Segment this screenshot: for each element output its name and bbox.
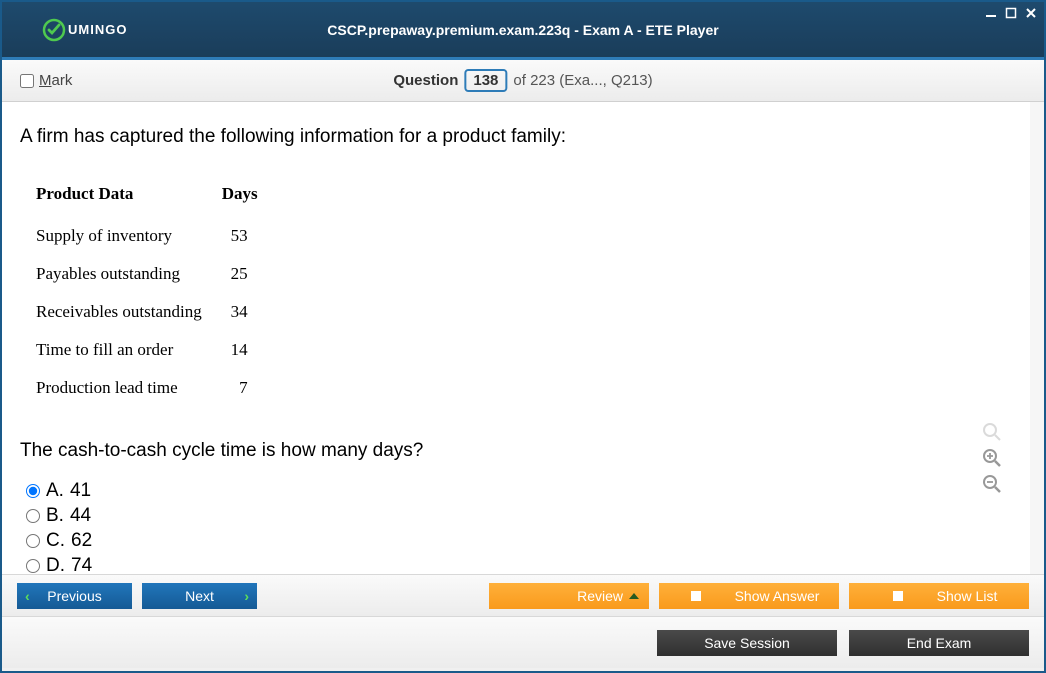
- question-total: of 223 (Exa..., Q213): [513, 72, 652, 89]
- answer-option[interactable]: D. 74: [26, 555, 1012, 574]
- window-controls: [984, 6, 1038, 20]
- review-button[interactable]: Review: [489, 583, 649, 609]
- triangle-up-icon: [629, 593, 639, 599]
- stop-icon: [893, 591, 903, 601]
- table-row: Receivables outstanding34: [36, 294, 276, 330]
- next-button[interactable]: Next ›: [142, 583, 257, 609]
- table-row: Time to fill an order14: [36, 332, 276, 368]
- option-value: 74: [71, 555, 92, 574]
- product-data-table: Product Data Days Supply of inventory53P…: [34, 174, 278, 408]
- table-row: Payables outstanding25: [36, 256, 276, 292]
- option-letter: A.: [46, 480, 64, 502]
- minimize-button[interactable]: [984, 6, 998, 20]
- table-cell-label: Supply of inventory: [36, 218, 220, 254]
- show-answer-button[interactable]: Show Answer: [659, 583, 839, 609]
- option-letter: D.: [46, 555, 65, 574]
- nav-footer: ‹ Previous Next › Review Show Answer Sho…: [2, 574, 1044, 616]
- previous-button[interactable]: ‹ Previous: [17, 583, 132, 609]
- answer-option[interactable]: C. 62: [26, 530, 1012, 552]
- question-number[interactable]: 138: [464, 69, 507, 92]
- search-icon[interactable]: [982, 422, 1002, 442]
- question-content: A firm has captured the following inform…: [2, 102, 1044, 574]
- table-cell-label: Production lead time: [36, 370, 220, 406]
- close-button[interactable]: [1024, 6, 1038, 20]
- table-row: Production lead time7: [36, 370, 276, 406]
- table-cell-days: 25: [222, 256, 276, 292]
- zoom-out-icon[interactable]: [982, 474, 1002, 494]
- table-cell-label: Payables outstanding: [36, 256, 220, 292]
- answer-radio[interactable]: [26, 534, 40, 548]
- question-bar: Mark Question 138 of 223 (Exa..., Q213): [2, 60, 1044, 102]
- question-info: Question 138 of 223 (Exa..., Q213): [393, 69, 652, 92]
- chevron-right-icon: ›: [244, 588, 249, 604]
- save-session-button[interactable]: Save Session: [657, 630, 837, 656]
- brand-text: UMINGO: [68, 22, 127, 37]
- answer-radio[interactable]: [26, 509, 40, 523]
- table-cell-days: 14: [222, 332, 276, 368]
- option-letter: B.: [46, 505, 64, 527]
- answer-options: A. 41 B. 44C. 62 D. 74: [26, 480, 1012, 574]
- option-value: 41: [70, 480, 91, 502]
- chevron-left-icon: ‹: [25, 588, 30, 604]
- app-logo: UMINGO: [42, 18, 127, 42]
- checkmark-icon: [42, 18, 66, 42]
- window-title: CSCP.prepaway.premium.exam.223q - Exam A…: [327, 22, 718, 38]
- option-value: 62: [71, 530, 92, 552]
- stop-icon: [691, 591, 701, 601]
- session-footer: Save Session End Exam: [2, 616, 1044, 668]
- mark-checkbox-wrap: Mark: [20, 72, 72, 89]
- table-cell-days: 53: [222, 218, 276, 254]
- table-header-days: Days: [222, 176, 276, 216]
- table-cell-label: Receivables outstanding: [36, 294, 220, 330]
- mark-label: Mark: [39, 72, 72, 89]
- answer-radio[interactable]: [26, 559, 40, 573]
- question-prompt: A firm has captured the following inform…: [20, 126, 1012, 148]
- end-exam-button[interactable]: End Exam: [849, 630, 1029, 656]
- option-letter: C.: [46, 530, 65, 552]
- answer-option[interactable]: A. 41: [26, 480, 1012, 502]
- show-list-button[interactable]: Show List: [849, 583, 1029, 609]
- sub-question: The cash-to-cash cycle time is how many …: [20, 440, 1012, 462]
- question-label: Question: [393, 72, 458, 89]
- zoom-tools: [982, 422, 1002, 494]
- option-value: 44: [70, 505, 91, 527]
- zoom-in-icon[interactable]: [982, 448, 1002, 468]
- maximize-button[interactable]: [1004, 6, 1018, 20]
- table-cell-label: Time to fill an order: [36, 332, 220, 368]
- answer-radio[interactable]: [26, 484, 40, 498]
- table-header-product: Product Data: [36, 176, 220, 216]
- title-bar: UMINGO CSCP.prepaway.premium.exam.223q -…: [2, 2, 1044, 60]
- table-row: Supply of inventory53: [36, 218, 276, 254]
- answer-option[interactable]: B. 44: [26, 505, 1012, 527]
- table-cell-days: 7: [222, 370, 276, 406]
- mark-checkbox[interactable]: [20, 74, 34, 88]
- table-cell-days: 34: [222, 294, 276, 330]
